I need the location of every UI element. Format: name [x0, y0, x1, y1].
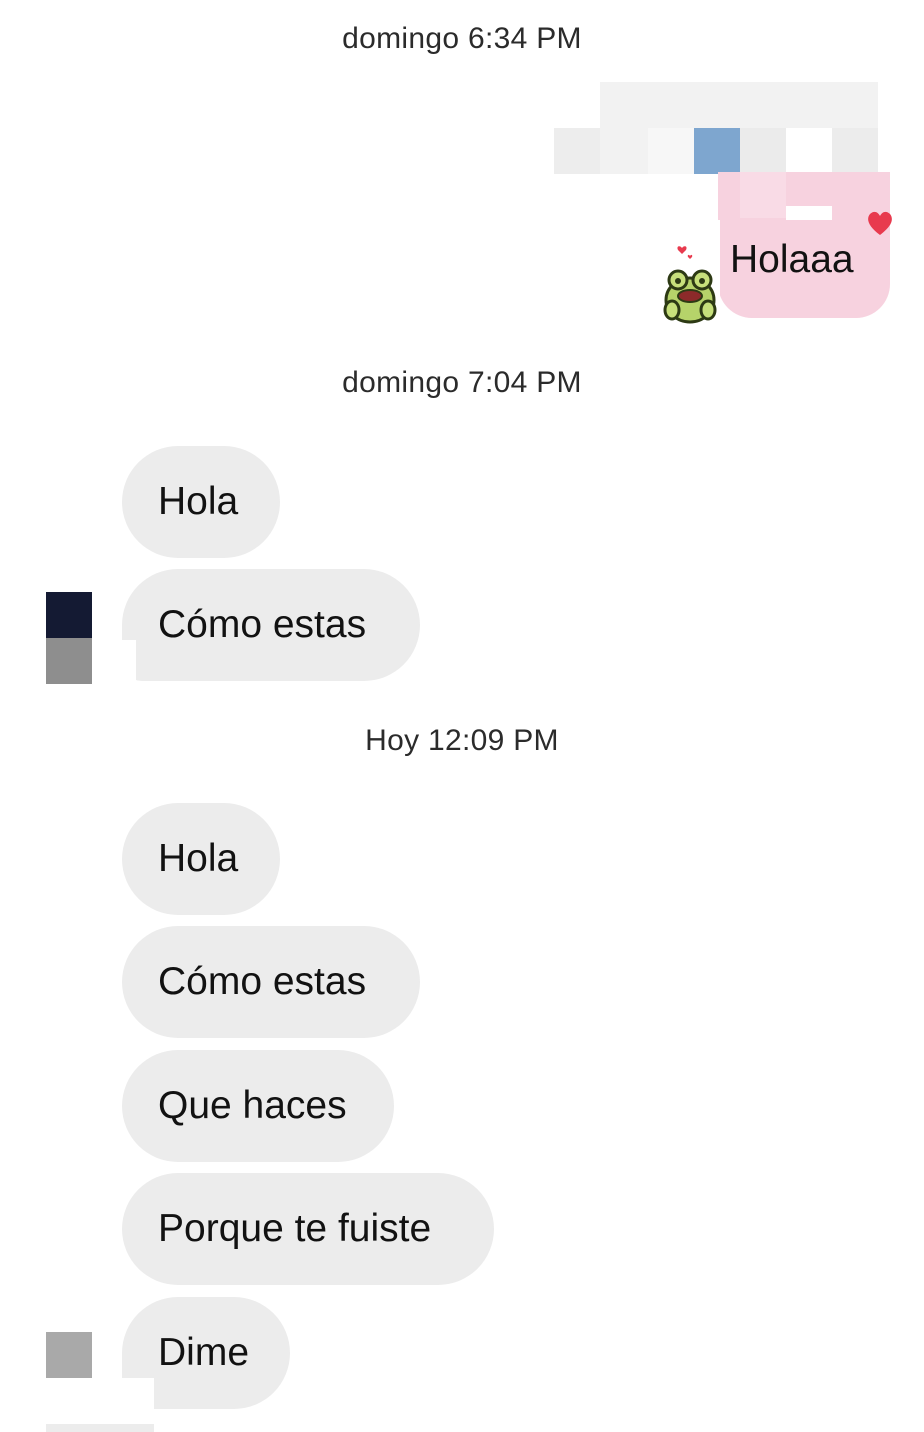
message-text: Hola — [158, 480, 239, 523]
received-message-bubble[interactable]: Hola — [122, 803, 280, 915]
redacted-pixel-block — [554, 128, 600, 174]
frog-sticker-icon — [663, 246, 717, 324]
message-text: Dime — [158, 1331, 250, 1374]
redacted-pixel-block — [740, 128, 786, 174]
timestamp-sunday-704: domingo 7:04 PM — [342, 366, 582, 399]
sent-message-group: Holaaa — [0, 0, 924, 340]
message-text: Porque te fuiste — [158, 1207, 432, 1250]
sent-message-text: Holaaa — [730, 238, 854, 281]
sender-avatar[interactable] — [46, 592, 92, 684]
message-text: Que haces — [158, 1084, 347, 1127]
redacted-pixel-block — [46, 1424, 154, 1432]
received-message-bubble[interactable]: Porque te fuiste — [122, 1173, 494, 1285]
redacted-pixel-block — [832, 128, 878, 174]
redacted-pixel-block — [118, 1378, 154, 1418]
redacted-pixel-block — [786, 206, 832, 220]
sender-avatar[interactable] — [46, 1332, 92, 1378]
redacted-pixel-block — [740, 172, 786, 218]
redacted-pixel-block — [648, 128, 694, 174]
message-text: Cómo estas — [158, 603, 367, 646]
received-message-bubble[interactable]: Cómo estas — [122, 569, 420, 681]
message-text: Hola — [158, 837, 239, 880]
redacted-pixel-block — [694, 128, 740, 174]
received-message-bubble[interactable]: Cómo estas — [122, 926, 420, 1038]
heart-reaction-icon[interactable] — [866, 210, 894, 236]
redacted-pixel-block — [46, 638, 92, 684]
message-text: Cómo estas — [158, 960, 367, 1003]
received-message-bubble[interactable]: Hola — [122, 446, 280, 558]
received-message-bubble[interactable]: Que haces — [122, 1050, 394, 1162]
redacted-pixel-block — [786, 128, 832, 174]
redacted-pixel-block — [118, 640, 136, 684]
redacted-pixel-block — [46, 592, 92, 638]
timestamp-today-1209: Hoy 12:09 PM — [365, 724, 559, 757]
